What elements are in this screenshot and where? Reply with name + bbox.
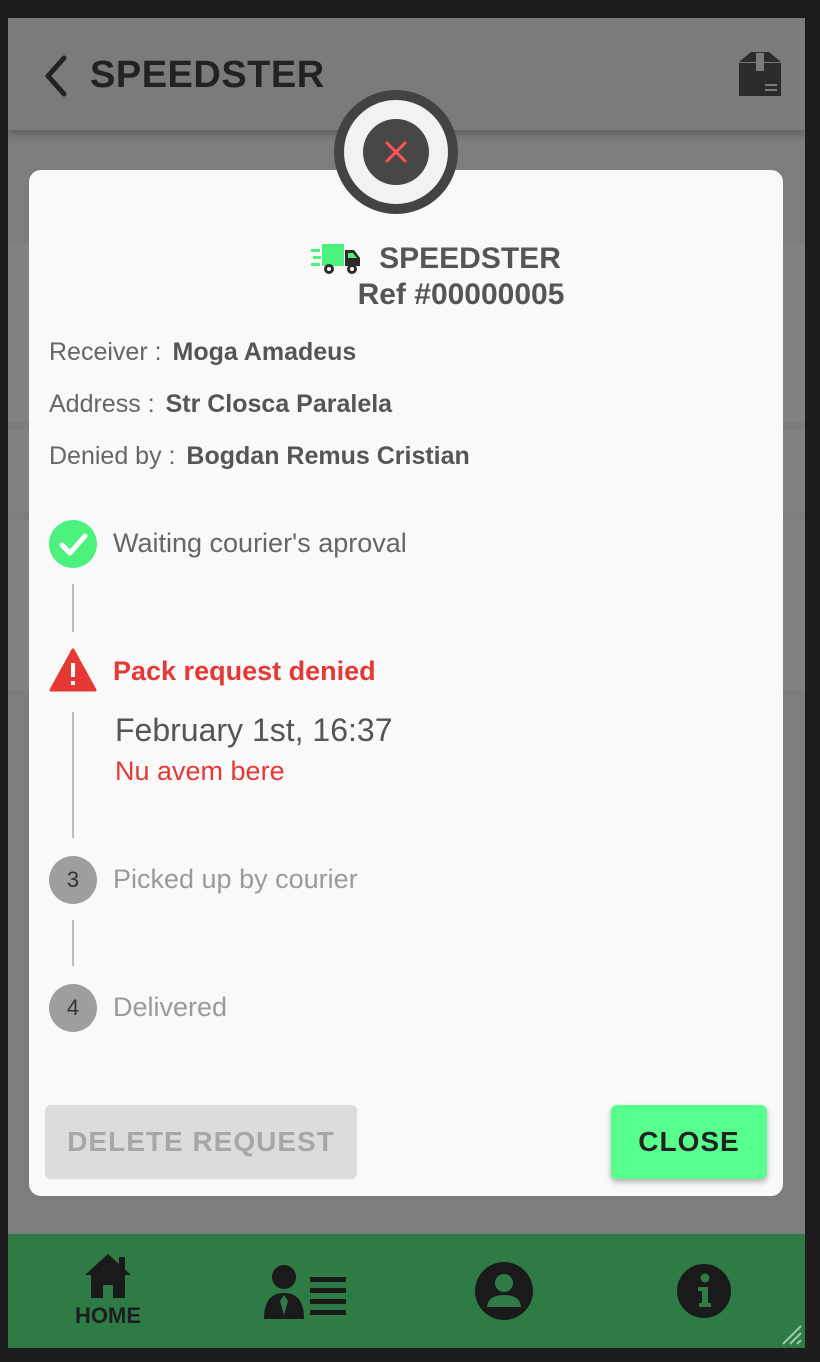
nav-profile[interactable] [472,1234,536,1348]
receiver-row: Receiver : Moga Amadeus [49,338,356,367]
receiver-value: Moga Amadeus [172,338,357,366]
denied-by-label: Denied by : [49,442,176,470]
delete-request-button[interactable]: DELETE REQUEST [45,1105,357,1179]
nav-contacts[interactable] [260,1234,350,1348]
nav-home-label: HOME [75,1303,141,1328]
warning-icon [49,648,97,692]
step-connector [72,584,74,632]
close-button[interactable]: CLOSE [611,1105,767,1179]
step-connector [72,920,74,966]
app-title: SPEEDSTER [90,54,325,96]
home-icon [85,1254,131,1298]
address-label: Address : [49,390,155,418]
denied-by-row: Denied by : Bogdan Remus Cristian [49,442,470,471]
denied-reason: Nu avem bere [115,756,285,786]
denied-date: February 1st, 16:37 [115,712,393,748]
receiver-label: Receiver : [49,338,162,366]
profile-icon [475,1262,533,1320]
package-status-dialog: SPEEDSTER Ref #00000005 Receiver : Moga … [29,170,783,1196]
address-value: Str Closca Paralela [165,390,393,418]
step-3-badge: 3 [49,856,97,904]
info-icon [677,1264,731,1318]
resize-grip-icon[interactable] [777,1320,803,1346]
bottom-navigation: HOME [8,1234,805,1348]
address-row: Address : Str Closca Paralela [49,390,392,419]
nav-info[interactable] [672,1234,736,1348]
step-connector [72,712,74,838]
reference-number: Ref #00000005 [357,278,565,311]
step-4-badge: 4 [49,984,97,1032]
denied-by-value: Bogdan Remus Cristian [186,442,470,470]
step-2-label: Pack request denied [113,656,376,686]
dialog-brand: SPEEDSTER [379,242,561,275]
step-4-label: Delivered [113,992,228,1022]
nav-home[interactable]: HOME [58,1234,158,1348]
package-box-icon[interactable] [737,52,783,98]
dialog-close-button[interactable] [334,90,458,214]
step-3-label: Picked up by courier [113,864,358,894]
delivery-truck-icon [311,244,361,274]
dialog-header: SPEEDSTER Ref #00000005 [29,242,783,312]
back-icon[interactable] [38,54,74,98]
close-x-icon [363,119,429,185]
step-1-label: Waiting courier's aproval [113,528,407,558]
check-icon [49,520,97,568]
contacts-list-icon [264,1265,346,1319]
